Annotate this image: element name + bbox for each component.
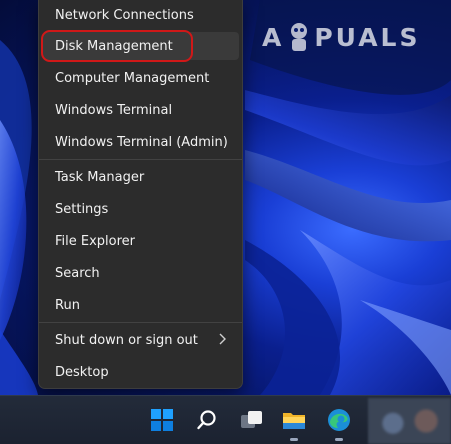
menu-item-shut-down-or-sign-out[interactable]: Shut down or sign out xyxy=(43,326,239,354)
chevron-right-icon xyxy=(219,333,226,345)
menu-item-task-manager[interactable]: Task Manager xyxy=(43,163,239,191)
edge-browser-icon xyxy=(328,409,350,431)
menu-item-computer-management[interactable]: Computer Management xyxy=(43,64,239,92)
watermark-letters-puals: PUALS xyxy=(314,22,421,52)
menu-item-label: File Explorer xyxy=(55,233,136,249)
menu-item-search[interactable]: Search xyxy=(43,259,239,287)
menu-item-label: Desktop xyxy=(55,364,109,380)
taskbar xyxy=(0,395,451,444)
taskbar-search-button[interactable] xyxy=(190,403,224,437)
task-view-icon xyxy=(241,411,262,428)
menu-item-windows-terminal[interactable]: Windows Terminal xyxy=(43,96,239,124)
system-tray-blurred xyxy=(368,398,451,444)
menu-item-label: Shut down or sign out xyxy=(55,332,198,348)
menu-item-label: Task Manager xyxy=(55,169,145,185)
menu-item-label: Windows Terminal xyxy=(55,102,173,118)
menu-item-label: Settings xyxy=(55,201,109,217)
menu-divider xyxy=(39,159,242,160)
menu-item-label: Windows Terminal (Admin) xyxy=(55,134,228,150)
start-button[interactable] xyxy=(145,403,179,437)
menu-item-label: Run xyxy=(55,297,80,313)
menu-item-settings[interactable]: Settings xyxy=(43,195,239,223)
menu-item-run[interactable]: Run xyxy=(43,291,239,319)
menu-item-label: Computer Management xyxy=(55,70,210,86)
menu-divider xyxy=(39,322,242,323)
appuals-mascot-icon xyxy=(291,23,308,51)
watermark-letter-a: A xyxy=(262,22,285,52)
menu-item-desktop[interactable]: Desktop xyxy=(43,358,239,386)
menu-item-label: Network Connections xyxy=(55,7,194,23)
running-indicator xyxy=(335,438,343,441)
menu-item-file-explorer[interactable]: File Explorer xyxy=(43,227,239,255)
disk-management-highlight-annotation xyxy=(41,30,193,62)
search-icon xyxy=(197,410,216,430)
appuals-watermark: A PUALS xyxy=(262,20,446,54)
menu-item-network-connections[interactable]: Network Connections xyxy=(43,1,239,29)
menu-item-label: Search xyxy=(55,265,100,281)
file-explorer-icon xyxy=(283,413,305,429)
file-explorer-taskbar-button[interactable] xyxy=(277,403,311,437)
edge-taskbar-button[interactable] xyxy=(322,403,356,437)
windows-start-icon xyxy=(151,409,173,431)
running-indicator xyxy=(290,438,298,441)
task-view-button[interactable] xyxy=(235,403,269,437)
menu-item-windows-terminal-admin[interactable]: Windows Terminal (Admin) xyxy=(43,128,239,156)
